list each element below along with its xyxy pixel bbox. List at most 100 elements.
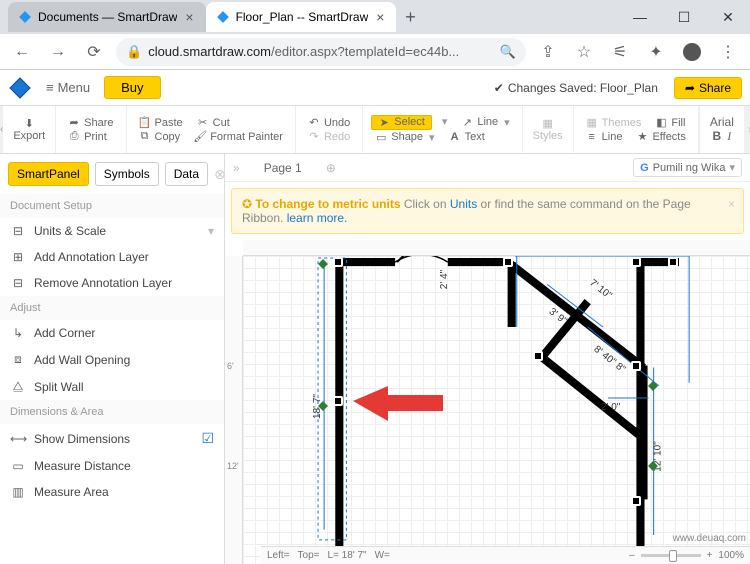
- red-arrow-annotation: [353, 381, 443, 431]
- line-style-icon: ≡: [586, 131, 598, 143]
- wall-handle[interactable]: [631, 496, 641, 506]
- redo-icon: ↷: [308, 131, 320, 143]
- shape-icon: ▭: [375, 131, 387, 143]
- copy-icon: ⧉: [139, 131, 151, 143]
- add-page-button[interactable]: ⊕: [326, 161, 336, 175]
- select-tool-button[interactable]: ➤Select: [371, 115, 432, 130]
- sidebar-item-add-corner[interactable]: ↳Add Corner: [0, 320, 224, 346]
- copy-button[interactable]: ⧉Copy: [135, 130, 185, 144]
- profile-avatar[interactable]: [678, 38, 706, 66]
- section-dimensions: Dimensions & Area: [0, 400, 224, 424]
- zoom-slider[interactable]: [641, 554, 701, 557]
- checkbox-checked-icon[interactable]: ☑: [201, 430, 214, 447]
- menu-button[interactable]: ≡Menu: [38, 76, 98, 99]
- bold-button[interactable]: B: [713, 129, 722, 144]
- buy-button[interactable]: Buy: [104, 76, 160, 99]
- sidebar-item-units[interactable]: ⊟Units & Scale▾: [0, 218, 224, 244]
- learn-more-link[interactable]: learn more.: [287, 211, 348, 225]
- tab-smartpanel[interactable]: SmartPanel: [8, 162, 89, 186]
- undo-button[interactable]: ↶Undo: [304, 116, 354, 130]
- address-bar[interactable]: 🔒 cloud.smartdraw.com/editor.aspx?templa…: [116, 38, 526, 66]
- banner-close-icon[interactable]: ×: [728, 197, 735, 211]
- share-page-icon[interactable]: ⇪: [534, 38, 562, 66]
- wall-handle[interactable]: [631, 361, 641, 371]
- export-icon: ⬇: [25, 117, 34, 130]
- browser-tab-1[interactable]: Floor_Plan -- SmartDraw ×: [206, 2, 397, 32]
- sidebar-item-add-opening[interactable]: ⧈Add Wall Opening: [0, 346, 224, 373]
- share-ribbon-button[interactable]: ➦Share: [64, 116, 117, 130]
- cursor-icon: ➤: [378, 116, 390, 128]
- tab-data[interactable]: Data: [165, 162, 208, 186]
- undo-icon: ↶: [308, 117, 320, 129]
- sidebar-item-measure-area[interactable]: ▥Measure Area: [0, 479, 224, 505]
- dims-icon: ⟷: [10, 432, 26, 446]
- extension-icon-1[interactable]: ⚟: [606, 38, 634, 66]
- sidebar-item-remove-annotation[interactable]: ⊟Remove Annotation Layer: [0, 270, 224, 296]
- page-tab[interactable]: Page 1: [250, 161, 316, 175]
- styles-button[interactable]: Styles: [533, 130, 563, 142]
- chevron-down-icon: ▾: [208, 224, 214, 238]
- close-icon[interactable]: ×: [183, 9, 195, 25]
- close-icon[interactable]: ×: [374, 9, 386, 25]
- extensions-icon[interactable]: ✦: [642, 38, 670, 66]
- language-select[interactable]: G Pumili ng Wika▾: [633, 158, 742, 177]
- share-button[interactable]: ➦Share: [674, 77, 742, 99]
- line-style-button[interactable]: ≡Line: [582, 130, 627, 144]
- cut-button[interactable]: ✂Cut: [193, 116, 234, 130]
- units-link[interactable]: Units: [450, 197, 477, 211]
- themes-icon: ▦: [586, 117, 598, 129]
- wall-handle[interactable]: [503, 257, 513, 267]
- ruler-horizontal: [243, 240, 750, 256]
- text-tool-button[interactable]: AText: [445, 130, 489, 145]
- wall-handle[interactable]: [333, 257, 343, 267]
- tab-symbols[interactable]: Symbols: [95, 162, 159, 186]
- ruler-vertical: 6' 12': [225, 256, 243, 564]
- sidebar-item-split-wall[interactable]: ⧋Split Wall: [0, 373, 224, 400]
- maximize-button[interactable]: ☐: [662, 2, 706, 32]
- wall-handle[interactable]: [631, 257, 641, 267]
- back-button[interactable]: ←: [8, 38, 36, 66]
- corner-icon: ↳: [10, 326, 26, 340]
- sidebar-item-measure-distance[interactable]: ▭Measure Distance: [0, 453, 224, 479]
- close-window-button[interactable]: ✕: [706, 2, 750, 32]
- canvas[interactable]: 6' 12': [225, 240, 750, 564]
- italic-button[interactable]: I: [727, 129, 731, 144]
- zoom-in-button[interactable]: +: [707, 550, 713, 561]
- ribbon-scroll-right[interactable]: ›: [744, 106, 750, 153]
- redo-button[interactable]: ↷Redo: [304, 130, 354, 144]
- effects-button[interactable]: ★Effects: [632, 130, 689, 144]
- print-icon: ⎙: [68, 131, 80, 143]
- sidebar-item-show-dims[interactable]: ⟷Show Dimensions☑: [0, 424, 224, 453]
- search-icon[interactable]: 🔍: [500, 44, 516, 60]
- zoom-out-button[interactable]: –: [629, 550, 635, 561]
- chrome-menu-icon[interactable]: ⋮: [714, 38, 742, 66]
- wall-handle[interactable]: [668, 257, 678, 267]
- print-button[interactable]: ⎙Print: [64, 130, 117, 144]
- wall-handle[interactable]: [533, 351, 543, 361]
- paste-icon: 📋: [139, 117, 151, 129]
- format-painter-button[interactable]: 🖌Format Painter: [190, 130, 287, 144]
- wall-handle[interactable]: [333, 396, 343, 406]
- url-text: cloud.smartdraw.com/editor.aspx?template…: [148, 44, 494, 59]
- collapse-pages-icon[interactable]: »: [233, 161, 240, 175]
- export-button[interactable]: Export: [13, 130, 45, 142]
- shape-tool-button[interactable]: ▭Shape▾: [371, 130, 438, 145]
- select-dropdown[interactable]: ▾: [438, 115, 452, 130]
- line-tool-button[interactable]: ↗Line▾: [457, 115, 513, 130]
- sidebar-item-add-annotation[interactable]: ⊞Add Annotation Layer: [0, 244, 224, 270]
- tab-favicon: [216, 10, 230, 24]
- measure-icon: ▭: [10, 459, 26, 473]
- themes-button[interactable]: ▦Themes: [582, 116, 646, 130]
- new-tab-button[interactable]: +: [396, 3, 424, 31]
- reload-button[interactable]: ⟳: [80, 38, 108, 66]
- minimize-button[interactable]: —: [618, 2, 662, 32]
- fill-button[interactable]: ◧Fill: [651, 116, 689, 130]
- bookmark-icon[interactable]: ☆: [570, 38, 598, 66]
- forward-button[interactable]: →: [44, 38, 72, 66]
- text-icon: A: [449, 131, 461, 143]
- opening-icon: ⧈: [10, 352, 26, 367]
- paste-button[interactable]: 📋Paste: [135, 116, 187, 130]
- font-select[interactable]: Arial: [710, 115, 734, 129]
- section-doc-setup: Document Setup: [0, 194, 224, 218]
- browser-tab-0[interactable]: Documents — SmartDraw ×: [8, 2, 206, 32]
